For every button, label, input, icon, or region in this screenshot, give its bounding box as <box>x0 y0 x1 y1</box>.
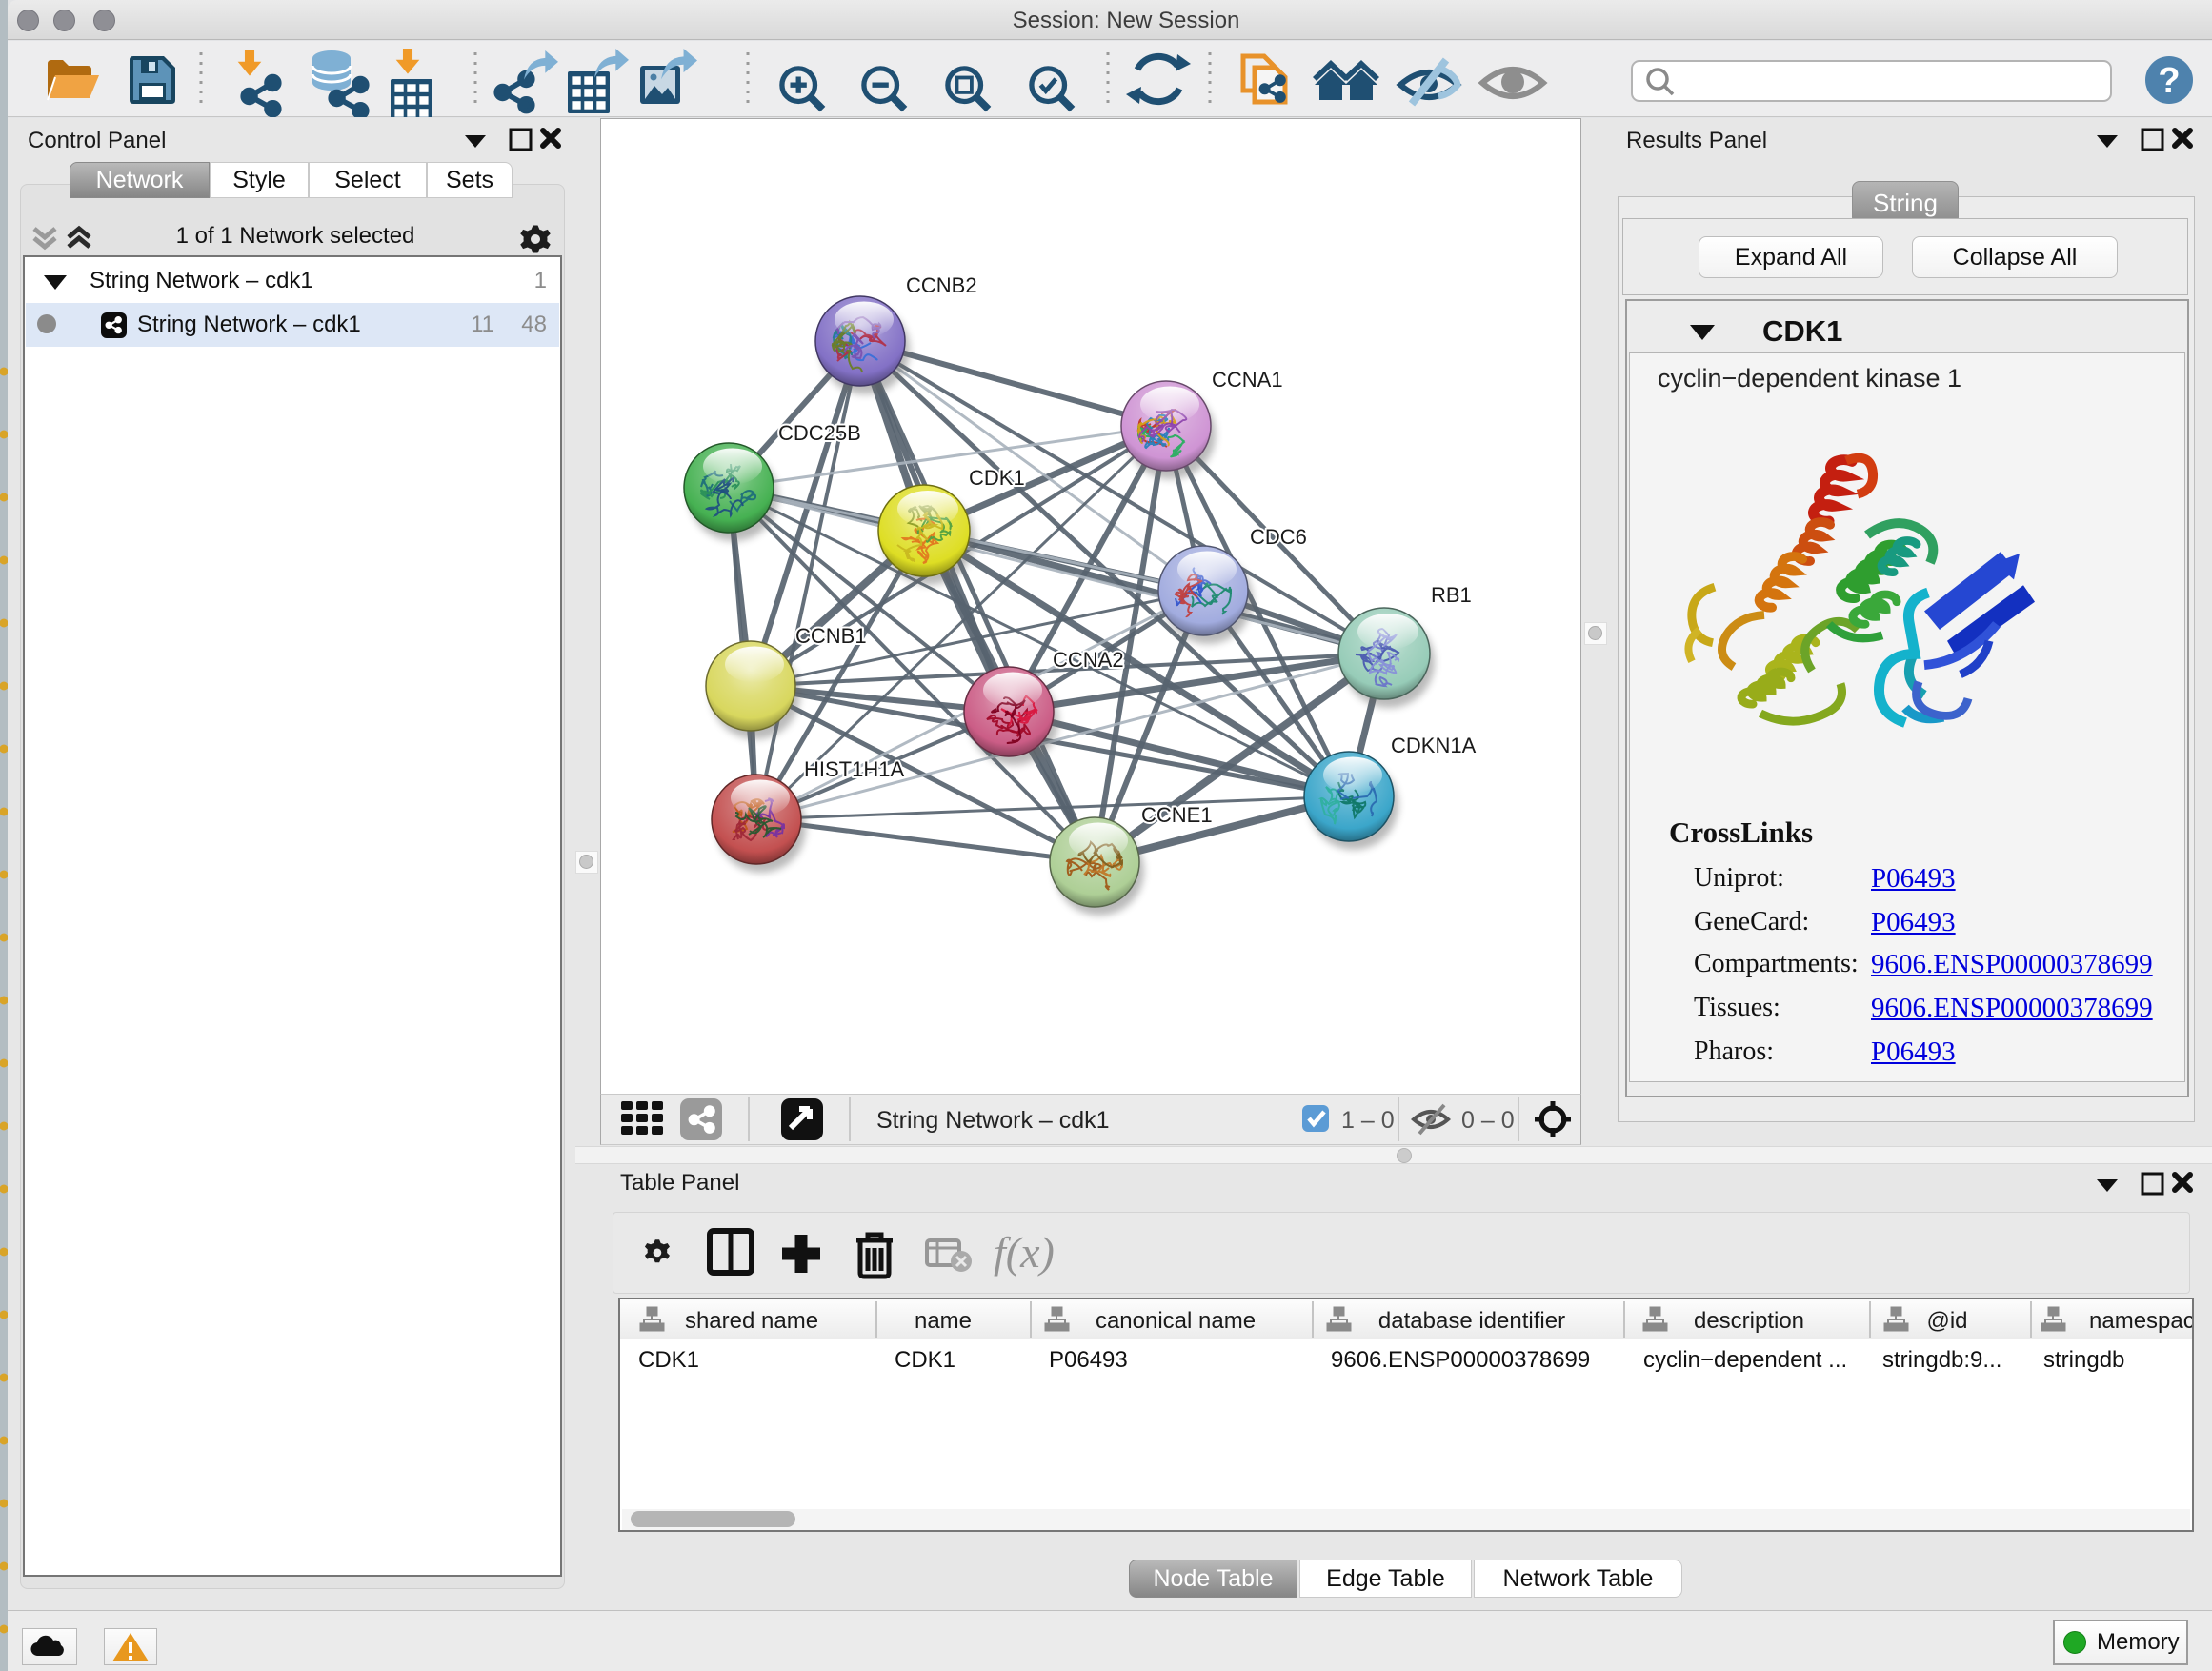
svg-text:database identifier: database identifier <box>1378 1308 1565 1334</box>
svg-text:CCNB1: CCNB1 <box>795 624 867 648</box>
svg-text:CDKN1A: CDKN1A <box>1391 734 1477 757</box>
svg-text:namespace: namespace <box>2089 1308 2192 1334</box>
svg-text:CCNE1: CCNE1 <box>1141 803 1213 827</box>
svg-text:description: description <box>1694 1308 1804 1334</box>
svg-text:CDC25B: CDC25B <box>778 421 861 445</box>
svg-text:0 – 0: 0 – 0 <box>1461 1107 1515 1134</box>
svg-text:name: name <box>915 1308 972 1334</box>
svg-text:@id: @id <box>1926 1308 1967 1334</box>
svg-text:CCNA2: CCNA2 <box>1053 648 1124 672</box>
svg-text:String Network – cdk1: String Network – cdk1 <box>876 1107 1110 1134</box>
svg-text:CDC6: CDC6 <box>1250 525 1307 549</box>
svg-text:CCNA1: CCNA1 <box>1212 368 1283 392</box>
svg-text:RB1: RB1 <box>1431 583 1472 607</box>
svg-text:HIST1H1A: HIST1H1A <box>804 757 904 781</box>
svg-text:?: ? <box>2158 61 2180 101</box>
svg-text:1 – 0: 1 – 0 <box>1341 1107 1395 1134</box>
svg-text:CCNB2: CCNB2 <box>906 273 977 297</box>
svg-text:canonical name: canonical name <box>1096 1308 1256 1334</box>
svg-text:CDK1: CDK1 <box>969 466 1025 490</box>
svg-text:f(x): f(x) <box>994 1228 1055 1277</box>
svg-text:shared name: shared name <box>685 1308 818 1334</box>
